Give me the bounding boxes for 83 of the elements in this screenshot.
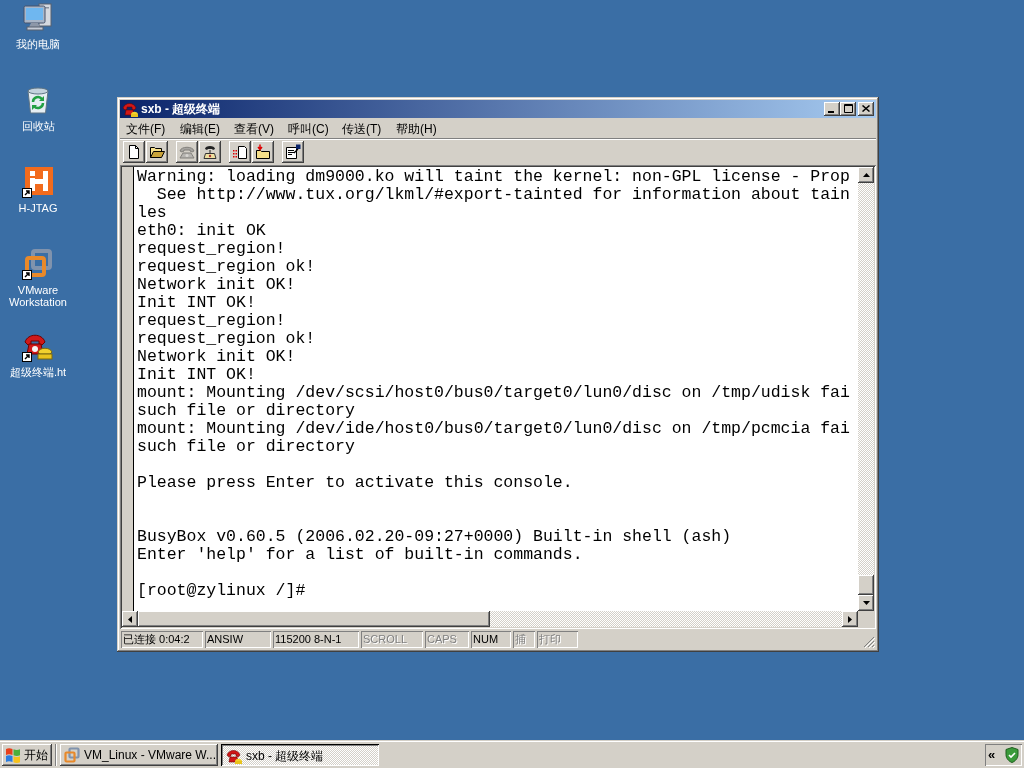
- telephone-handset-icon: [202, 143, 218, 160]
- terminal-line: Init INT OK!: [137, 364, 256, 384]
- desktop-icon-label[interactable]: 超级终端.ht: [9, 366, 67, 378]
- status-indicator: 打印: [537, 631, 578, 648]
- taskbar-button[interactable]: VM_Linux - VMware W...: [60, 744, 218, 766]
- terminal-line: request_region!: [137, 310, 286, 330]
- menu-item[interactable]: 传送(T): [336, 119, 390, 137]
- terminal-line: Init INT OK!: [137, 292, 256, 312]
- menu-item[interactable]: 文件(F): [120, 119, 174, 137]
- folder-with-arrow-icon: [255, 143, 271, 160]
- status-indicator: NUM: [471, 631, 511, 648]
- status-indicator: CAPS: [425, 631, 469, 648]
- terminal-line: Warning: loading dm9000.ko will taint the kernel: non-GPL license - Prop: [137, 166, 850, 186]
- terminal-line: eth0: init OK: [137, 220, 266, 240]
- desktop-icon-label[interactable]: VMware Workstation: [1, 284, 75, 308]
- status-indicator: 已连接 0:04:2: [121, 631, 203, 648]
- resize-grip-icon[interactable]: [863, 636, 875, 648]
- computer-icon[interactable]: [22, 2, 54, 34]
- terminal-line: mount: Mounting /dev/ide/host0/bus0/target0/lun0/disc on /tmp/pcmcia fai: [137, 418, 850, 438]
- desktop-icon-label[interactable]: H-JTAG: [18, 202, 58, 214]
- terminal-line: Enter 'help' for a list of built-in commands.: [137, 544, 583, 564]
- left-arrow-icon: [128, 615, 132, 623]
- vertical-scrollbar[interactable]: [858, 166, 874, 612]
- terminal-line: such file or directory: [137, 436, 355, 456]
- toolbar-button[interactable]: [282, 140, 304, 163]
- h-letter-logo-icon[interactable]: [22, 166, 54, 198]
- status-indicator: SCROLL: [361, 631, 423, 648]
- terminal-line: [root@zylinux /]#: [137, 580, 306, 600]
- terminal-line: Network init OK!: [137, 346, 296, 366]
- shield-icon[interactable]: [1005, 747, 1019, 763]
- terminal-line: mount: Mounting /dev/scsi/host0/bus0/target0/lun0/disc on /tmp/udisk fai: [137, 382, 850, 402]
- menu-item[interactable]: 呼叫(C): [282, 119, 336, 137]
- desktop-icon-label[interactable]: 回收站: [21, 120, 55, 132]
- maximize-icon: [843, 104, 853, 114]
- terminal-line: See http://www.tux.org/lkml/#export-tainted for information about tain: [155, 184, 850, 204]
- terminal-screen[interactable]: [133, 166, 858, 612]
- terminal-line: request_region!: [137, 238, 286, 258]
- maximize-button[interactable]: [840, 102, 856, 116]
- telephone-icon: [122, 101, 138, 117]
- status-indicator: ANSIW: [205, 631, 271, 648]
- close-icon: [862, 105, 870, 113]
- right-arrow-icon: [848, 615, 852, 623]
- terminal-line: such file or directory: [137, 400, 355, 420]
- toolbar-button[interactable]: [146, 140, 168, 163]
- terminal-line: BusyBox v0.60.5 (2006.02.20-09:27+0000) Built-in shell (ash): [137, 526, 732, 546]
- up-arrow-icon: [862, 172, 870, 177]
- toolbar-button[interactable]: [252, 140, 274, 163]
- terminal-line: request_region ok!: [137, 328, 316, 348]
- terminal-line: Please press Enter to activate this console.: [137, 472, 573, 492]
- scroll-left-button[interactable]: [122, 611, 138, 628]
- start-button[interactable]: 开始: [2, 744, 52, 766]
- page-with-dots-icon: [232, 143, 248, 160]
- window-title: sxb - 超级终端: [141, 102, 221, 116]
- minimize-icon: [828, 111, 834, 113]
- terminal-line: les: [137, 202, 167, 222]
- status-indicator: 捕: [513, 631, 535, 648]
- terminal-line: Network init OK!: [137, 274, 296, 294]
- toolbar-button[interactable]: [229, 140, 251, 163]
- horizontal-scrollbar[interactable]: [122, 611, 858, 628]
- scroll-right-button[interactable]: [842, 611, 858, 628]
- menu-item[interactable]: 查看(V): [228, 119, 282, 137]
- document-icon: [285, 143, 301, 160]
- terminal-line: request_region ok!: [137, 256, 316, 276]
- overlapping-squares-icon[interactable]: [22, 248, 54, 280]
- taskbar-button[interactable]: sxb - 超级终端: [221, 744, 379, 766]
- scroll-up-button[interactable]: [858, 166, 874, 183]
- toolbar-button[interactable]: [199, 140, 221, 163]
- overlapping-squares-icon: [64, 747, 80, 763]
- scroll-thumb[interactable]: [858, 575, 874, 596]
- flag-icon: [5, 747, 21, 763]
- down-arrow-icon: [862, 601, 870, 606]
- close-button[interactable]: [858, 102, 874, 116]
- menu-item[interactable]: 帮助(H): [390, 119, 444, 137]
- desktop-icon-label[interactable]: 我的电脑: [16, 38, 60, 50]
- status-indicator: 115200 8-N-1: [273, 631, 359, 648]
- show-hidden-icons-button[interactable]: «: [988, 748, 996, 762]
- telephone-icon: [226, 748, 242, 764]
- scroll-down-button[interactable]: [858, 595, 874, 612]
- toolbar-button[interactable]: [123, 140, 145, 163]
- blank-page-icon: [126, 143, 142, 160]
- menu-item[interactable]: 编辑(E): [174, 119, 228, 137]
- scroll-thumb[interactable]: [138, 611, 490, 628]
- minimize-button[interactable]: [824, 102, 840, 116]
